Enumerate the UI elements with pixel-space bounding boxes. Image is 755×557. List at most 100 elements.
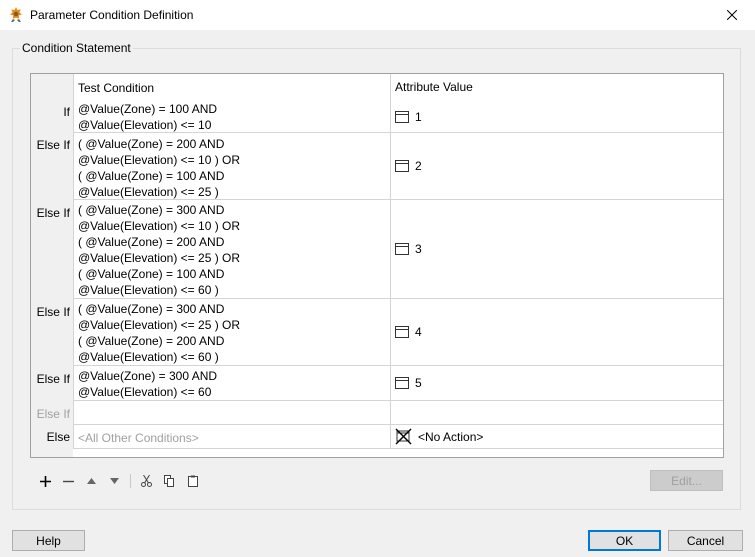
grid-header-row: Test Condition Attribute Value <box>31 74 723 101</box>
attribute-value-icon <box>395 243 409 255</box>
condition-row[interactable]: If @Value(Zone) = 100 AND @Value(Elevati… <box>31 101 723 133</box>
value-text: 3 <box>415 242 422 256</box>
condition-row[interactable]: Else If @Value(Zone) = 300 AND @Value(El… <box>31 366 723 401</box>
condition-line: @Value(Elevation) <= 60 <box>78 385 212 399</box>
condition-line: ( @Value(Zone) = 300 AND <box>78 302 225 316</box>
else-placeholder: <All Other Conditions> <box>78 431 199 445</box>
value-cell[interactable]: 1 <box>391 101 723 133</box>
ok-button[interactable]: OK <box>588 530 661 551</box>
condition-cell[interactable]: ( @Value(Zone) = 300 AND @Value(Elevatio… <box>73 200 391 299</box>
remove-row-button[interactable] <box>57 472 80 490</box>
help-button[interactable]: Help <box>12 530 85 551</box>
condition-cell[interactable] <box>73 401 391 425</box>
row-label-text: Else If <box>36 206 70 220</box>
attribute-value-icon <box>395 111 409 123</box>
condition-row[interactable]: Else If ( @Value(Zone) = 200 AND @Value(… <box>31 133 723 200</box>
condition-line: @Value(Elevation) <= 10 ) OR <box>78 153 241 167</box>
condition-line: ( @Value(Zone) = 100 AND <box>78 267 225 281</box>
condition-line: @Value(Zone) = 100 AND <box>78 102 218 116</box>
copy-icon <box>164 475 174 487</box>
row-label-text: Else <box>46 430 70 444</box>
condition-line: @Value(Elevation) <= 10 ) OR <box>78 219 241 233</box>
else-value-cell[interactable]: <No Action> <box>391 425 723 449</box>
move-down-button[interactable] <box>103 472 126 490</box>
attribute-value-icon <box>395 160 409 172</box>
plus-icon <box>40 475 51 487</box>
cut-button[interactable] <box>135 472 158 490</box>
add-row-button[interactable] <box>34 472 57 490</box>
scissors-icon <box>141 475 152 487</box>
no-action-icon <box>395 428 412 445</box>
title-bar: Parameter Condition Definition <box>0 0 755 30</box>
clipboard-icon <box>187 475 198 487</box>
row-label-text: If <box>63 105 70 119</box>
condition-cell[interactable]: ( @Value(Zone) = 200 AND @Value(Elevatio… <box>73 133 391 200</box>
condition-cell[interactable]: @Value(Zone) = 300 AND @Value(Elevation)… <box>73 366 391 401</box>
condition-cell[interactable]: ( @Value(Zone) = 300 AND @Value(Elevatio… <box>73 299 391 366</box>
else-condition-cell[interactable]: <All Other Conditions> <box>73 425 391 449</box>
triangle-up-icon <box>87 478 96 484</box>
header-cell-value[interactable]: Attribute Value <box>391 74 723 101</box>
condition-line: @Value(Elevation) <= 60 ) <box>78 350 219 364</box>
condition-line: @Value(Elevation) <= 25 ) <box>78 185 219 199</box>
value-cell[interactable]: 3 <box>391 200 723 299</box>
close-icon <box>727 10 737 20</box>
value-cell[interactable]: 2 <box>391 133 723 200</box>
cancel-button[interactable]: Cancel <box>668 530 743 551</box>
attribute-value-icon <box>395 377 409 389</box>
header-cell-condition[interactable]: Test Condition <box>73 74 391 101</box>
condition-line: ( @Value(Zone) = 100 AND <box>78 169 225 183</box>
condition-line: ( @Value(Zone) = 200 AND <box>78 137 225 151</box>
header-attribute-value: Attribute Value <box>395 80 473 94</box>
row-label: Else If <box>31 200 73 299</box>
value-text: 4 <box>415 325 422 339</box>
row-label: Else If <box>31 133 73 200</box>
condition-line: ( @Value(Zone) = 200 AND <box>78 334 225 348</box>
row-label: Else If <box>31 401 73 425</box>
condition-row[interactable]: Else If ( @Value(Zone) = 300 AND @Value(… <box>31 299 723 366</box>
triangle-down-icon <box>110 478 119 484</box>
close-button[interactable] <box>709 0 755 30</box>
value-text: 5 <box>415 376 422 390</box>
value-cell[interactable]: 5 <box>391 366 723 401</box>
value-text: 2 <box>415 159 422 173</box>
condition-line: @Value(Elevation) <= 60 ) <box>78 283 219 297</box>
condition-line: @Value(Zone) = 300 AND <box>78 369 218 383</box>
row-label: If <box>31 101 73 133</box>
group-label: Condition Statement <box>20 41 133 55</box>
window-title: Parameter Condition Definition <box>30 8 194 22</box>
value-text: 1 <box>415 110 422 124</box>
condition-line: @Value(Elevation) <= 25 ) OR <box>78 251 241 265</box>
else-row[interactable]: Else <All Other Conditions> <No Action> <box>31 425 723 449</box>
condition-line: @Value(Elevation) <= 25 ) OR <box>78 318 241 332</box>
condition-row[interactable]: Else If ( @Value(Zone) = 300 AND @Value(… <box>31 200 723 299</box>
minus-icon <box>63 480 74 482</box>
value-cell[interactable] <box>391 401 723 425</box>
move-up-button[interactable] <box>80 472 103 490</box>
attribute-value-icon <box>395 326 409 338</box>
paste-button[interactable] <box>181 472 204 490</box>
row-label-text: Else If <box>36 407 70 421</box>
row-label-text: Else If <box>36 305 70 319</box>
row-label-text: Else If <box>36 138 70 152</box>
row-label: Else <box>31 425 73 449</box>
edit-button[interactable]: Edit... <box>650 470 723 491</box>
empty-condition-row[interactable]: Else If <box>31 401 723 425</box>
app-icon <box>10 7 22 22</box>
row-label: Else If <box>31 299 73 366</box>
condition-line: @Value(Elevation) <= 10 <box>78 118 212 132</box>
value-cell[interactable]: 4 <box>391 299 723 366</box>
condition-line: ( @Value(Zone) = 200 AND <box>78 235 225 249</box>
copy-button[interactable] <box>158 472 181 490</box>
no-action-text: <No Action> <box>418 429 484 444</box>
row-divider <box>73 448 723 449</box>
condition-line: ( @Value(Zone) = 300 AND <box>78 203 225 217</box>
row-label-text: Else If <box>36 372 70 386</box>
toolbar-separator <box>130 474 131 488</box>
condition-grid: Test Condition Attribute Value If @Value… <box>30 73 724 458</box>
row-label: Else If <box>31 366 73 401</box>
row-header-filler <box>31 449 73 457</box>
condition-cell[interactable]: @Value(Zone) = 100 AND @Value(Elevation)… <box>73 101 391 133</box>
row-header-corner <box>31 74 73 101</box>
row-toolbar <box>34 472 204 490</box>
